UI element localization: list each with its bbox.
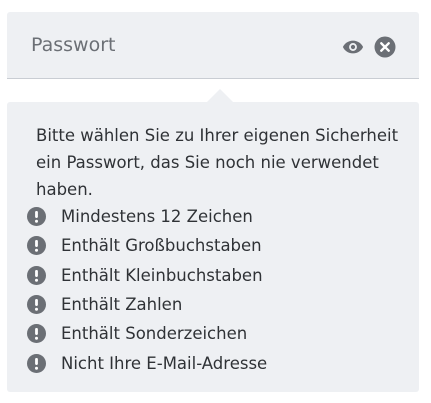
- exclamation-circle-icon: [27, 353, 46, 373]
- requirement-uppercase: Enthält Großbuchstaben: [27, 231, 267, 260]
- requirement-not-email: Nicht Ihre E-Mail-Adresse: [27, 348, 267, 377]
- exclamation-circle-icon: [27, 295, 46, 315]
- eye-icon[interactable]: [342, 36, 364, 58]
- requirement-label: Mindestens 12 Zeichen: [61, 207, 253, 227]
- requirement-label: Enthält Sonderzeichen: [61, 324, 248, 344]
- popover-arrow: [207, 89, 233, 102]
- exclamation-circle-icon: [27, 236, 46, 256]
- requirements-intro: Bitte wählen Sie zu Ihrer eigenen Sicher…: [36, 126, 399, 199]
- requirement-numbers: Enthält Zahlen: [27, 290, 267, 319]
- requirements-list: Mindestens 12 Zeichen Enthält Großbuchst…: [27, 202, 267, 378]
- requirement-label: Enthält Großbuchstaben: [61, 236, 262, 256]
- requirement-lowercase: Enthält Kleinbuchstaben: [27, 261, 267, 290]
- password-field[interactable]: [7, 12, 419, 79]
- password-requirements-popover: Bitte wählen Sie zu Ihrer eigenen Sicher…: [7, 89, 419, 392]
- exclamation-circle-icon: [27, 324, 46, 344]
- requirement-label: Nicht Ihre E-Mail-Adresse: [61, 353, 268, 373]
- exclamation-circle-icon: [27, 207, 46, 227]
- requirement-label: Enthält Kleinbuchstaben: [61, 265, 263, 285]
- requirement-min-length: Mindestens 12 Zeichen: [27, 202, 267, 231]
- requirement-special-chars: Enthält Sonderzeichen: [27, 319, 267, 348]
- requirement-label: Enthält Zahlen: [61, 295, 183, 315]
- clear-x-circle-icon[interactable]: [374, 36, 396, 58]
- password-input[interactable]: [31, 34, 321, 56]
- exclamation-circle-icon: [27, 265, 46, 285]
